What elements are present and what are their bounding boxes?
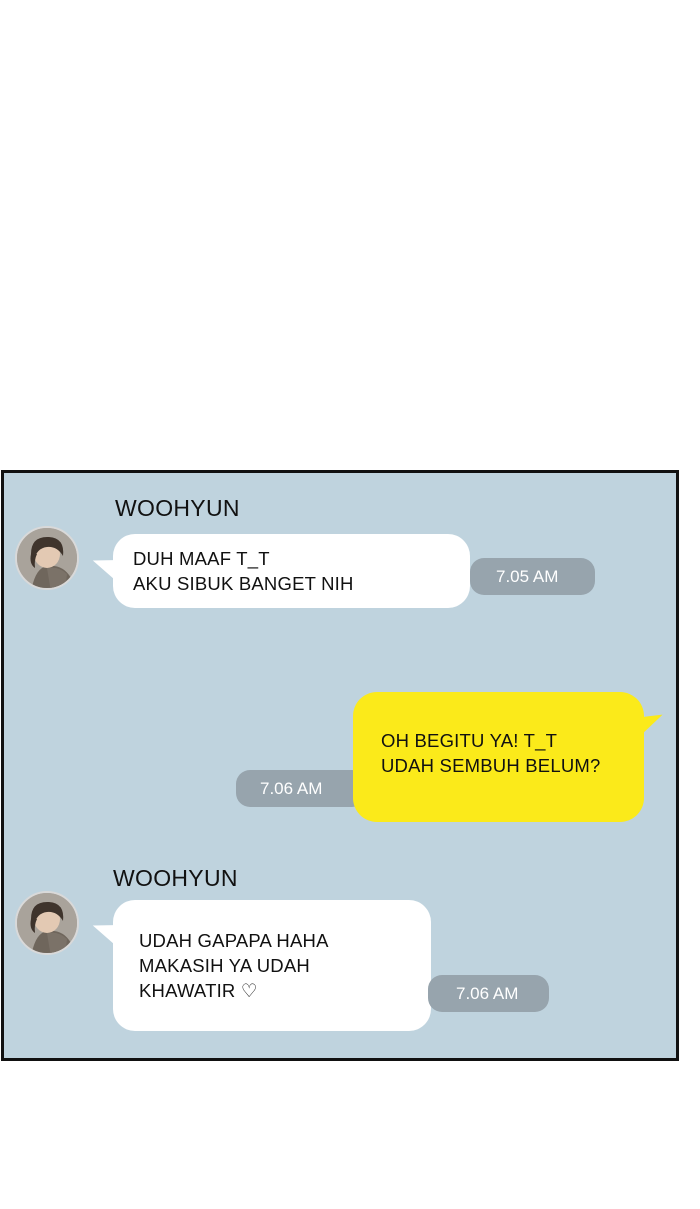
message-text: UDAH GAPAPA HAHA xyxy=(139,930,329,951)
message-text: UDAH SEMBUH BELUM? xyxy=(381,755,601,776)
incoming-message-bubble[interactable]: DUH MAAF T_T AKU SIBUK BANGET NIH xyxy=(113,534,470,608)
sender-name: WOOHYUN xyxy=(115,495,240,521)
message-text: DUH MAAF T_T xyxy=(133,548,270,569)
avatar-icon[interactable] xyxy=(15,891,79,955)
message-text: MAKASIH YA UDAH xyxy=(139,955,310,976)
sender-name: WOOHYUN xyxy=(113,865,238,891)
chat-panel: WOOHYUN DUH MAAF T_T AKU SIBUK BANGET NI… xyxy=(1,470,679,1061)
incoming-message-bubble[interactable]: UDAH GAPAPA HAHA MAKASIH YA UDAH KHAWATI… xyxy=(113,900,431,1031)
person-portrait-icon xyxy=(17,893,77,953)
outgoing-message-bubble[interactable]: OH BEGITU YA! T_T UDAH SEMBUH BELUM? xyxy=(353,692,644,822)
avatar-icon[interactable] xyxy=(15,526,79,590)
person-portrait-icon xyxy=(17,528,77,588)
timestamp: 7.06 AM xyxy=(236,770,366,807)
timestamp: 7.05 AM xyxy=(470,558,595,595)
message-text: KHAWATIR ♡ xyxy=(139,980,258,1001)
message-text: AKU SIBUK BANGET NIH xyxy=(133,573,354,594)
message-text: OH BEGITU YA! T_T xyxy=(381,730,558,751)
timestamp: 7.06 AM xyxy=(428,975,549,1012)
